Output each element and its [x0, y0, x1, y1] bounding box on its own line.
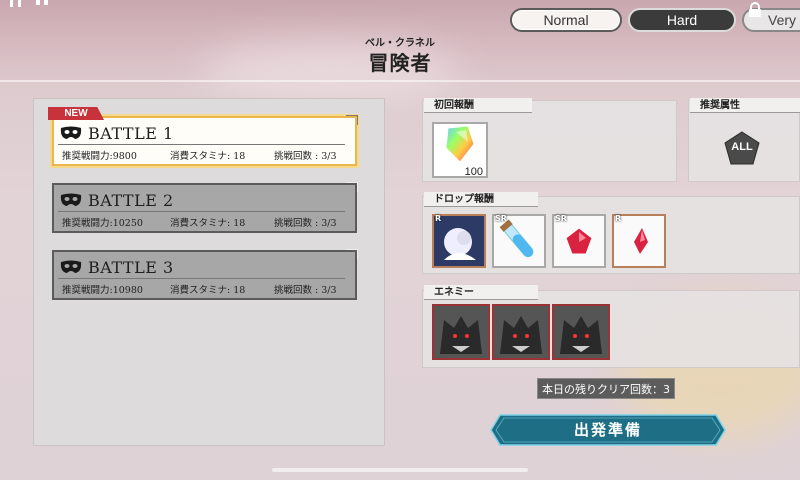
enemy-1[interactable]: [432, 304, 490, 360]
rarity-label: SR: [555, 214, 567, 223]
wolf-monster-icon: [494, 306, 548, 358]
battle-2-card[interactable]: BATTLE 2 推奨戦闘力:10250 消費スタミナ: 18 挑戦回数 : 3…: [52, 182, 358, 233]
attribute-value: ALL: [731, 141, 753, 153]
mask-icon: [60, 126, 82, 139]
recommended-power: 推奨戦闘力:10980: [62, 285, 143, 296]
reward-quantity: 100: [464, 166, 483, 178]
stamina-cost: 消費スタミナ: 18: [170, 285, 246, 296]
attempts: 挑戦回数 : 3/3: [274, 218, 337, 229]
mask-icon: [60, 260, 82, 273]
character-card-icon: [434, 216, 484, 266]
tab-normal[interactable]: Normal: [510, 8, 622, 32]
new-badge: NEW: [48, 107, 104, 120]
recommended-power: 推奨戦闘力:10250: [62, 218, 143, 229]
divider: [58, 144, 345, 145]
attempts: 挑戦回数 : 3/3: [274, 285, 337, 296]
tab-hard[interactable]: Hard: [628, 8, 736, 32]
red-gem-icon: [554, 216, 604, 266]
stamina-cost: 消費スタミナ: 18: [170, 151, 246, 162]
battle-3-card[interactable]: BATTLE 3 推奨戦闘力:10980 消費スタミナ: 18 挑戦回数 : 3…: [52, 249, 358, 300]
home-indicator[interactable]: [272, 468, 528, 472]
drop-item-3[interactable]: SR: [552, 214, 606, 268]
wolf-monster-icon: [554, 306, 608, 358]
mask-icon: [60, 193, 82, 206]
corner-ornament: [346, 115, 358, 125]
drop-item-1[interactable]: R: [432, 214, 486, 268]
enemy-label: エネミー: [424, 285, 538, 300]
depart-button-label: 出発準備: [573, 421, 642, 439]
lock-icon: [749, 2, 761, 17]
status-bar-icons: [10, 0, 48, 7]
drop-reward-label: ドロップ報酬: [424, 192, 538, 207]
divider: [58, 211, 345, 212]
corner-ornament: [346, 249, 358, 259]
wolf-monster-icon: [434, 306, 488, 358]
battle-name: BATTLE 3: [88, 257, 174, 277]
first-reward-label: 初回報酬: [424, 98, 532, 113]
enemy-3[interactable]: [552, 304, 610, 360]
stamina-cost: 消費スタミナ: 18: [170, 218, 246, 229]
enemy-2[interactable]: [492, 304, 550, 360]
battle-name: BATTLE 2: [88, 190, 174, 210]
rainbow-crystal-icon: [445, 125, 475, 163]
rarity-label: R: [615, 214, 622, 223]
battle-1-card[interactable]: BATTLE 1 推奨戦闘力:9800 消費スタミナ: 18 挑戦回数 : 3/…: [52, 115, 358, 166]
first-reward-item[interactable]: 100: [432, 122, 488, 178]
page-title: 冒険者: [368, 51, 432, 75]
battle-name: BATTLE 1: [88, 123, 174, 143]
rarity-label: R: [435, 214, 442, 223]
corner-ornament: [346, 182, 358, 192]
recommended-power: 推奨戦闘力:9800: [62, 151, 137, 162]
red-shard-icon: [614, 216, 664, 266]
attempts: 挑戦回数 : 3/3: [274, 151, 337, 162]
drop-item-4[interactable]: R: [612, 214, 666, 268]
header-divider: [0, 80, 800, 82]
drop-item-2[interactable]: SR: [492, 214, 546, 268]
potion-vial-icon: [494, 216, 544, 266]
recommended-attribute-label: 推奨属性: [690, 98, 800, 113]
depart-prep-button[interactable]: 出発準備: [490, 414, 726, 446]
remaining-clear-count: 本日の残りクリア回数：3: [537, 378, 675, 399]
divider: [58, 278, 345, 279]
rarity-label: SR: [495, 214, 507, 223]
